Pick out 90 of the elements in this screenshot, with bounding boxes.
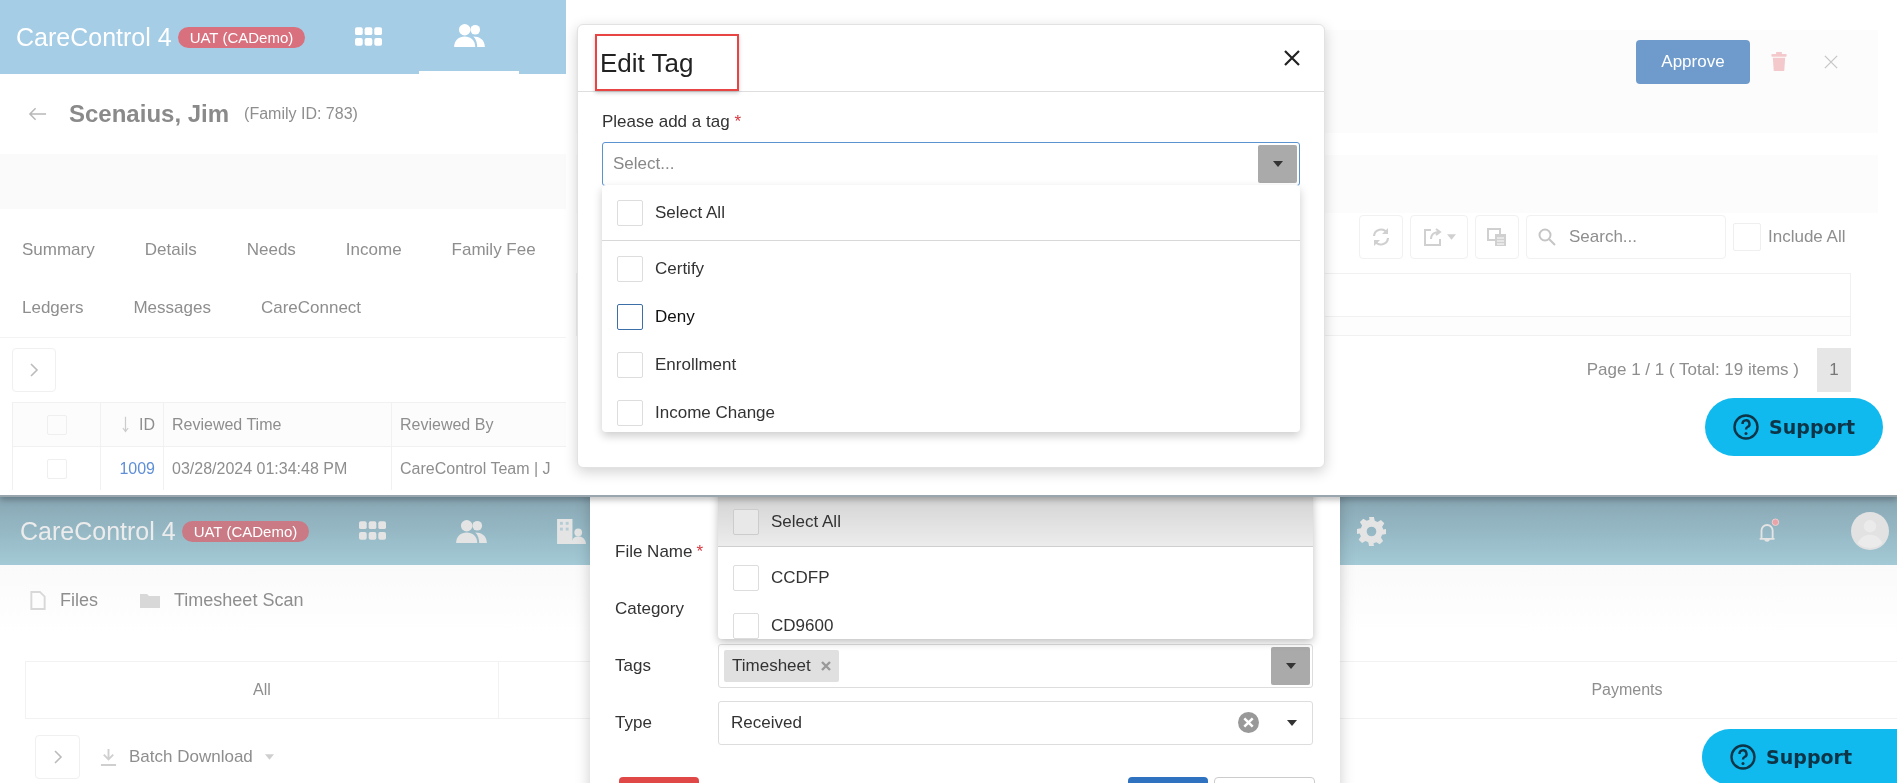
environment-badge: UAT (CADemo) <box>181 520 310 542</box>
dialog-title: Edit Tag <box>600 47 694 78</box>
page-button[interactable]: 1 <box>1817 348 1851 392</box>
table-cell: CareControl Team | J <box>400 459 551 478</box>
tab[interactable]: All <box>25 662 499 718</box>
tags-field[interactable]: Timesheet <box>718 643 1313 688</box>
tab[interactable]: Needs <box>246 240 296 260</box>
clear-icon[interactable] <box>1238 712 1259 733</box>
tag-label: Timesheet <box>732 655 811 676</box>
select-value: Received <box>731 712 803 733</box>
required-mark: * <box>696 541 704 562</box>
breadcrumb-item[interactable]: Files <box>60 589 98 611</box>
chevron-right-icon <box>52 749 63 765</box>
include-all-label: Include All <box>1768 227 1846 247</box>
close-icon[interactable] <box>1284 50 1300 66</box>
option-label[interactable]: Income Change <box>655 403 776 423</box>
checkbox[interactable] <box>617 304 643 330</box>
pagination-summary: Page 1 / 1 ( Total: 19 items ) <box>1586 360 1799 380</box>
caret-icon <box>1446 234 1456 240</box>
tab[interactable]: CareConnect <box>260 298 362 318</box>
grid-icon[interactable] <box>355 27 383 47</box>
caret-icon <box>1285 662 1296 669</box>
option-label[interactable]: CCDFP <box>771 568 830 588</box>
approve-button[interactable]: Approve <box>1636 39 1750 84</box>
type-select-field[interactable]: Received <box>718 700 1313 745</box>
dropdown-button[interactable] <box>1271 646 1310 685</box>
field-label: File Name <box>615 541 693 562</box>
export-icon <box>1422 227 1443 247</box>
option-label[interactable]: Select All <box>655 202 725 223</box>
search-icon <box>1538 228 1556 246</box>
trash-icon[interactable] <box>1771 52 1787 71</box>
building-icon[interactable] <box>557 518 587 544</box>
grid-icon[interactable] <box>359 521 387 541</box>
option-label[interactable]: Select All <box>771 511 841 532</box>
tab[interactable]: Family Fee <box>451 240 536 260</box>
option-label[interactable]: Certify <box>655 259 705 279</box>
expand-button[interactable] <box>12 348 56 392</box>
option-label[interactable]: Enrollment <box>655 355 737 375</box>
help-icon <box>1730 744 1757 770</box>
breadcrumb-item[interactable]: Timesheet Scan <box>174 589 304 611</box>
field-label: Please add a tag <box>602 112 730 132</box>
sort-arrow-icon[interactable] <box>122 416 129 433</box>
columns-button[interactable] <box>1475 215 1519 259</box>
people-icon <box>453 23 485 48</box>
tab[interactable]: Summary <box>22 240 95 260</box>
environment-badge: UAT (CADemo) <box>177 26 306 48</box>
columns-icon <box>1487 227 1507 247</box>
family-id: (Family ID: 783) <box>244 105 358 123</box>
column-header[interactable]: Reviewed By <box>400 415 494 434</box>
required-mark: * <box>734 112 742 132</box>
tab[interactable]: Details <box>144 240 197 260</box>
search-field[interactable]: Search... <box>1526 215 1726 259</box>
app-title: CareControl 4 <box>20 516 176 546</box>
option-label[interactable]: CD9600 <box>771 616 834 636</box>
back-arrow-icon[interactable] <box>28 106 47 122</box>
tab[interactable]: Payments <box>1357 662 1897 718</box>
remove-icon[interactable] <box>820 660 831 671</box>
field-label: Tags <box>615 655 651 676</box>
file-icon <box>30 590 46 610</box>
refresh-button[interactable] <box>1359 215 1403 259</box>
tab[interactable]: Ledgers <box>22 298 84 318</box>
folder-icon <box>140 592 160 608</box>
support-button[interactable]: Support <box>1705 398 1883 456</box>
download-icon <box>100 748 117 766</box>
tab[interactable]: Messages <box>133 298 211 318</box>
tab[interactable]: Income <box>345 240 402 260</box>
tag-select-field[interactable]: Select... <box>602 142 1300 186</box>
caret-icon <box>1287 719 1297 726</box>
export-button[interactable] <box>1410 215 1468 259</box>
field-label: Category <box>615 598 684 619</box>
caret-icon <box>264 754 274 760</box>
id-link[interactable]: 1009 <box>119 459 155 478</box>
app-title: CareControl 4 <box>16 22 172 52</box>
column-header[interactable]: ID <box>139 415 155 434</box>
chevron-right-icon <box>29 362 39 378</box>
dropdown-button[interactable] <box>1258 145 1297 183</box>
help-icon <box>1733 414 1760 440</box>
person-name: Scenaius, Jim <box>69 100 230 128</box>
people-icon[interactable] <box>456 518 488 544</box>
batch-download-button[interactable]: Batch Download <box>100 747 274 767</box>
caret-icon <box>1272 161 1283 167</box>
field-label: Type <box>615 712 652 733</box>
support-button[interactable]: Support <box>1702 729 1897 783</box>
settings-icon[interactable] <box>1357 516 1387 546</box>
column-header[interactable]: Reviewed Time <box>172 415 282 434</box>
expand-button[interactable] <box>35 735 80 779</box>
table-cell: 03/28/2024 01:34:48 PM <box>172 459 348 478</box>
refresh-icon <box>1371 227 1391 247</box>
option-label[interactable]: Deny <box>655 307 695 327</box>
avatar-icon[interactable] <box>1851 512 1890 550</box>
